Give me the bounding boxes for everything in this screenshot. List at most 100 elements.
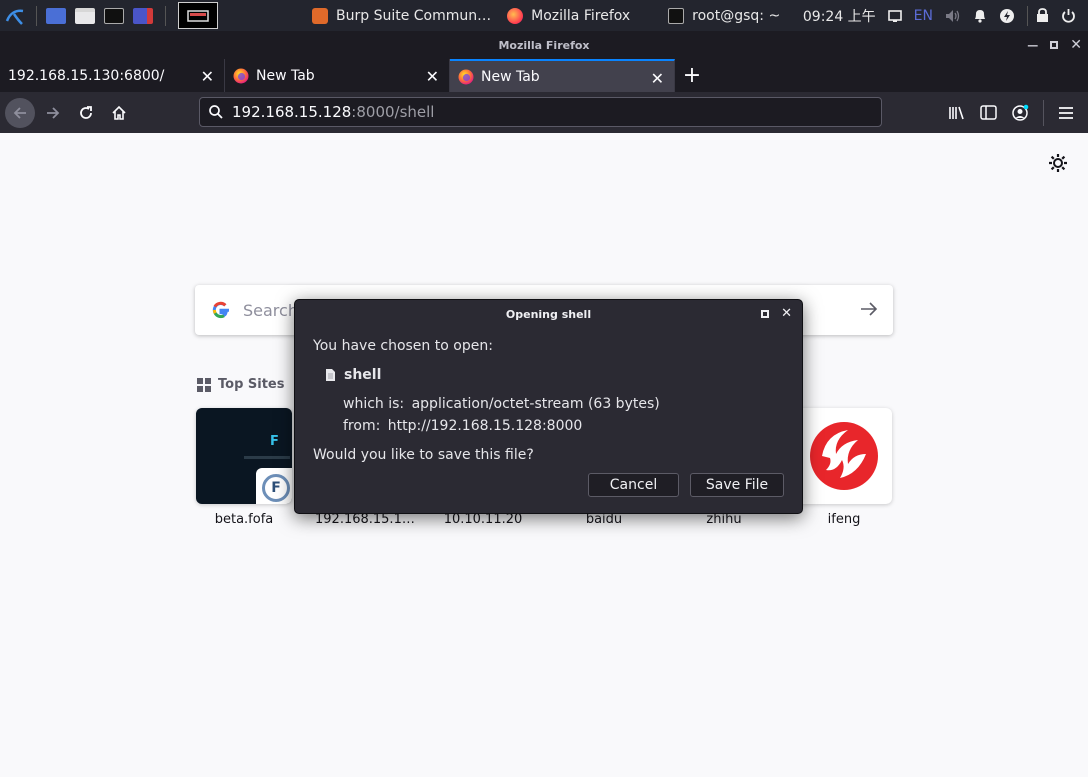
kali-menu-icon[interactable] [0, 0, 30, 31]
close-icon[interactable]: ✕ [781, 306, 792, 321]
from-label: from: [343, 418, 381, 434]
volume-icon[interactable] [945, 9, 961, 23]
taskbar-firefox-label: Mozilla Firefox [531, 7, 631, 24]
display-icon[interactable] [887, 9, 902, 23]
site-label: beta.fofa [214, 512, 274, 527]
tab-close-icon[interactable]: ✕ [201, 67, 214, 86]
tab-close-icon[interactable]: ✕ [426, 67, 439, 86]
file-manager-icon[interactable] [72, 4, 98, 28]
top-sites-title: Top Sites [218, 377, 285, 392]
dialog-type-row: which is: application/octet-stream (63 b… [343, 396, 660, 412]
dialog-file-row: shell [325, 367, 381, 383]
from-value: http://192.168.15.128:8000 [387, 418, 583, 434]
hamburger-menu-icon[interactable] [1058, 106, 1074, 120]
firefox-icon [233, 68, 249, 83]
home-button[interactable] [104, 98, 134, 128]
search-icon [209, 105, 223, 119]
burp-icon [312, 7, 328, 24]
home-icon [112, 105, 126, 120]
site-label: 10.10.11.20 [443, 512, 523, 527]
new-tab-button[interactable]: + [675, 59, 709, 92]
reload-button[interactable] [71, 98, 101, 128]
taskbar-burp[interactable]: Burp Suite Commun… [304, 0, 499, 31]
arrow-right-icon [47, 106, 60, 119]
desktop-panel: Burp Suite Commun… Mozilla Firefox root@… [0, 0, 1088, 31]
taskbar-burp-label: Burp Suite Commun… [336, 7, 492, 24]
top-site-ifeng[interactable]: ifeng [796, 408, 892, 527]
dialog-intro: You have chosen to open: [313, 338, 493, 354]
toolbar-separator [1043, 99, 1044, 126]
site-label: 192.168.15.1… [315, 512, 415, 527]
terminal-icon [668, 7, 685, 24]
navigation-toolbar: 192.168.15.128:8000/shell [0, 92, 1088, 133]
panel-separator [165, 5, 166, 26]
sidebar-icon[interactable] [980, 105, 997, 120]
address-bar[interactable]: 192.168.15.128:8000/shell [199, 97, 882, 127]
reload-icon [80, 105, 92, 119]
file-icon [326, 369, 335, 381]
show-desktop-icon[interactable] [43, 4, 69, 28]
tab-label: New Tab [481, 68, 540, 85]
lock-screen-icon[interactable] [1036, 8, 1049, 23]
tab-close-icon[interactable]: ✕ [651, 69, 664, 88]
site-label: zhihu [706, 512, 742, 527]
fofa-icon: F [256, 468, 292, 504]
gear-icon[interactable] [1048, 153, 1068, 173]
top-site-beta-fofa[interactable]: F F beta.fofa [196, 408, 292, 527]
notification-bell-icon[interactable] [973, 8, 987, 23]
firefox-icon [507, 7, 524, 24]
workspace-switcher[interactable] [178, 2, 218, 29]
forward-button[interactable] [38, 98, 68, 128]
tab-scrapyd[interactable]: 192.168.15.130:6800/ ✕ [0, 59, 225, 92]
dialog-question: Would you like to save this file? [313, 447, 534, 463]
tab-newtab-2[interactable]: New Tab ✕ [450, 59, 675, 92]
terminal-icon[interactable] [101, 4, 127, 28]
power-manager-icon[interactable] [999, 8, 1015, 24]
site-thumbnail [796, 408, 892, 504]
minimize-icon[interactable]: — [1027, 39, 1038, 52]
site-label: ifeng [827, 512, 861, 527]
maximize-icon[interactable] [761, 309, 770, 318]
dialog-source-row: from: http://192.168.15.128:8000 [343, 418, 582, 434]
taskbar-terminal[interactable]: root@gsq: ~ [660, 0, 788, 31]
ifeng-logo-icon [810, 422, 878, 490]
arrow-left-icon [13, 106, 26, 119]
power-icon[interactable] [1061, 8, 1076, 23]
url-host: 192.168.15.128 [232, 103, 352, 121]
tab-label: New Tab [256, 67, 315, 84]
tab-strip: 192.168.15.130:6800/ ✕ New Tab ✕ New Tab… [0, 59, 1088, 92]
window-title: Mozilla Firefox [498, 38, 590, 52]
account-icon[interactable] [1011, 104, 1029, 122]
tab-newtab-1[interactable]: New Tab ✕ [225, 59, 450, 92]
url-path: :8000/shell [351, 103, 435, 121]
search-placeholder: Search [243, 300, 298, 320]
site-thumbnail: F F [196, 408, 292, 504]
screen-recorder-icon[interactable] [130, 4, 156, 28]
cancel-button[interactable]: Cancel [588, 473, 679, 497]
taskbar-firefox[interactable]: Mozilla Firefox [499, 0, 638, 31]
tab-label: 192.168.15.130:6800/ [8, 67, 165, 84]
back-button[interactable] [5, 97, 35, 128]
google-icon [212, 301, 229, 319]
window-titlebar: Mozilla Firefox — ✕ [0, 31, 1088, 59]
which-is-label: which is: [343, 396, 405, 412]
system-tray: 09:24 上午 EN [803, 0, 1088, 31]
firefox-icon [458, 69, 474, 84]
clock[interactable]: 09:24 上午 [803, 6, 876, 26]
grid-icon [197, 377, 211, 392]
site-label: baidu [585, 512, 623, 527]
search-submit-icon[interactable] [859, 299, 879, 319]
opening-file-dialog: Opening shell ✕ You have chosen to open:… [294, 299, 803, 514]
close-icon[interactable]: ✕ [1070, 37, 1082, 53]
dialog-filename: shell [344, 367, 382, 383]
which-is-value: application/octet-stream (63 bytes) [411, 396, 660, 412]
panel-separator [36, 5, 37, 26]
top-sites-heading[interactable]: Top Sites [197, 377, 285, 392]
panel-separator [1027, 5, 1028, 26]
dialog-title: Opening shell [505, 307, 592, 321]
save-file-button[interactable]: Save File [690, 473, 784, 497]
maximize-icon[interactable] [1050, 41, 1059, 49]
taskbar-terminal-label: root@gsq: ~ [692, 7, 781, 24]
keyboard-language[interactable]: EN [914, 8, 933, 24]
library-icon[interactable] [948, 105, 966, 121]
